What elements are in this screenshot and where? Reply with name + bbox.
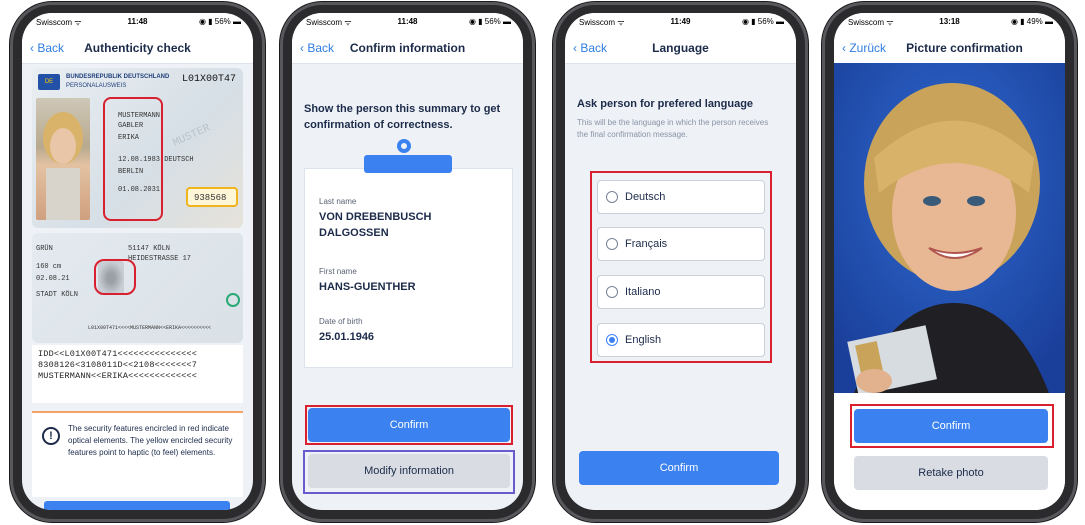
page-title: Authenticity check [84,41,191,55]
security-notice: ! The security features encircled in red… [32,411,243,497]
field-value-first-name: HANS-GUENTHER [319,281,416,293]
info-icon: ! [42,427,60,445]
screen: Swisscom ᯤ 11:48 ◉ ▮ 56% ▬ ‹ Back Authen… [22,13,253,510]
field-label-first-name: First name [319,267,357,276]
page-title: Confirm information [349,41,466,55]
clipboard-clip-icon [364,155,452,173]
id-eyes: GRÜN [36,245,53,253]
radio-icon[interactable] [606,191,618,203]
radio-icon[interactable] [606,238,618,250]
radio-selected-icon[interactable] [606,334,618,346]
radio-icon[interactable] [606,286,618,298]
language-label: English [625,334,662,346]
id-doc-number: L01X00T47 [182,74,237,85]
notice-text: The security features encircled in red i… [68,424,233,457]
eu-flag-icon: DE [38,74,60,90]
language-option-english[interactable]: English [597,323,765,357]
confirm-button[interactable]: Confirm [579,451,779,485]
id-specimen-watermark: MUSTER [171,122,213,150]
nav-bar: ‹ Zurück Picture confirmation [834,31,1065,64]
screen: Swisscom ᯤ 13:18 ◉ ▮ 49% ▬ ‹ Zurück Pict… [834,13,1065,510]
mrz-line: IDD<<L01X00T471<<<<<<<<<<<<<<< [38,349,198,359]
status-bar: Swisscom ᯤ 11:48 ◉ ▮ 56% ▬ [22,13,253,31]
id-doc-type: PERSONALAUSWEIS [66,83,127,89]
mrz-block: IDD<<L01X00T471<<<<<<<<<<<<<<< 8308126<3… [32,345,243,403]
screen: Swisscom ᯤ 11:49 ◉ ▮ 56% ▬ ‹ Back Langua… [565,13,796,510]
highlight-confirm [305,405,513,445]
status-bar: Swisscom ᯤ 11:48 ◉ ▮ 56% ▬ [292,13,523,31]
battery-indicator: ◉ ▮ 49% ▬ [1010,17,1053,26]
language-label: Italiano [625,286,661,298]
field-label-last-name: Last name [319,197,357,206]
nav-bar: ‹ Back Authenticity check [22,31,253,64]
partial-button[interactable] [44,501,230,510]
captured-photo [834,63,1065,393]
page-title: Language [652,41,709,55]
summary-card: Last name VON DREBENBUSCH DALGOSSEN Firs… [304,168,513,368]
summary-heading: Show the person this summary to get conf… [304,103,501,131]
clipboard-ring-icon [397,139,411,153]
language-option-francais[interactable]: Français [597,227,765,261]
battery-indicator: ◉ ▮ 56% ▬ [468,17,511,26]
optical-highlight-name [103,97,163,221]
page-title: Picture confirmation [906,41,1023,55]
phone-picture-confirmation: Swisscom ᯤ 13:18 ◉ ▮ 49% ▬ ‹ Zurück Pict… [822,2,1077,522]
phone-language: Swisscom ᯤ 11:49 ◉ ▮ 56% ▬ ‹ Back Langua… [553,2,808,522]
battery-indicator: ◉ ▮ 56% ▬ [741,17,784,26]
nav-bar: ‹ Back Confirm information [292,31,523,64]
id-address-street: HEIDESTRASSE 17 [128,255,192,263]
screen: Swisscom ᯤ 11:48 ◉ ▮ 56% ▬ ‹ Back Confir… [292,13,523,510]
field-value-last-name: VON DREBENBUSCH DALGOSSEN [319,211,432,239]
id-mrz-strip: L01X00T471<<<<MUSTERMANN<<ERIKA<<<<<<<<<… [88,325,212,331]
language-label: Deutsch [625,191,666,203]
optical-highlight-ghost [94,259,136,295]
id-can: 938568 [194,193,227,203]
language-label: Français [625,238,668,250]
field-value-dob: 25.01.1946 [319,331,375,343]
language-option-deutsch[interactable]: Deutsch [597,180,765,214]
battery-indicator: ◉ ▮ 56% ▬ [198,17,241,26]
mrz-line: MUSTERMANN<<ERIKA<<<<<<<<<<<<< [38,371,198,381]
id-address-city: 51147 KÖLN [128,245,171,253]
retake-photo-button[interactable]: Retake photo [854,456,1048,490]
field-label-dob: Date of birth [319,317,363,326]
language-heading: Ask person for prefered language [577,98,754,110]
haptic-highlight: 938568 [186,187,238,207]
chip-icon [226,293,240,307]
nav-bar: ‹ Back Language [565,31,796,64]
status-bar: Swisscom ᯤ 13:18 ◉ ▮ 49% ▬ [834,13,1065,31]
id-card-back: GRÜN 160 cm 02.08.21 STADT KÖLN 51147 KÖ… [32,233,243,343]
id-issued: 02.08.21 [36,275,70,283]
status-bar: Swisscom ᯤ 11:49 ◉ ▮ 56% ▬ [565,13,796,31]
highlight-modify [303,450,515,494]
id-country: BUNDESREPUBLIK DEUTSCHLAND [66,74,170,80]
language-option-italiano[interactable]: Italiano [597,275,765,309]
id-photo [36,98,90,220]
mrz-line: 8308126<3108011D<<2108<<<<<<<7 [38,360,198,370]
language-subtext: This will be the language in which the p… [577,118,769,139]
id-height: 160 cm [36,263,62,271]
id-authority: STADT KÖLN [36,291,79,299]
phone-confirm-information: Swisscom ᯤ 11:48 ◉ ▮ 56% ▬ ‹ Back Confir… [280,2,535,522]
highlight-confirm [850,404,1054,448]
phone-authenticity-check: Swisscom ᯤ 11:48 ◉ ▮ 56% ▬ ‹ Back Authen… [10,2,265,522]
